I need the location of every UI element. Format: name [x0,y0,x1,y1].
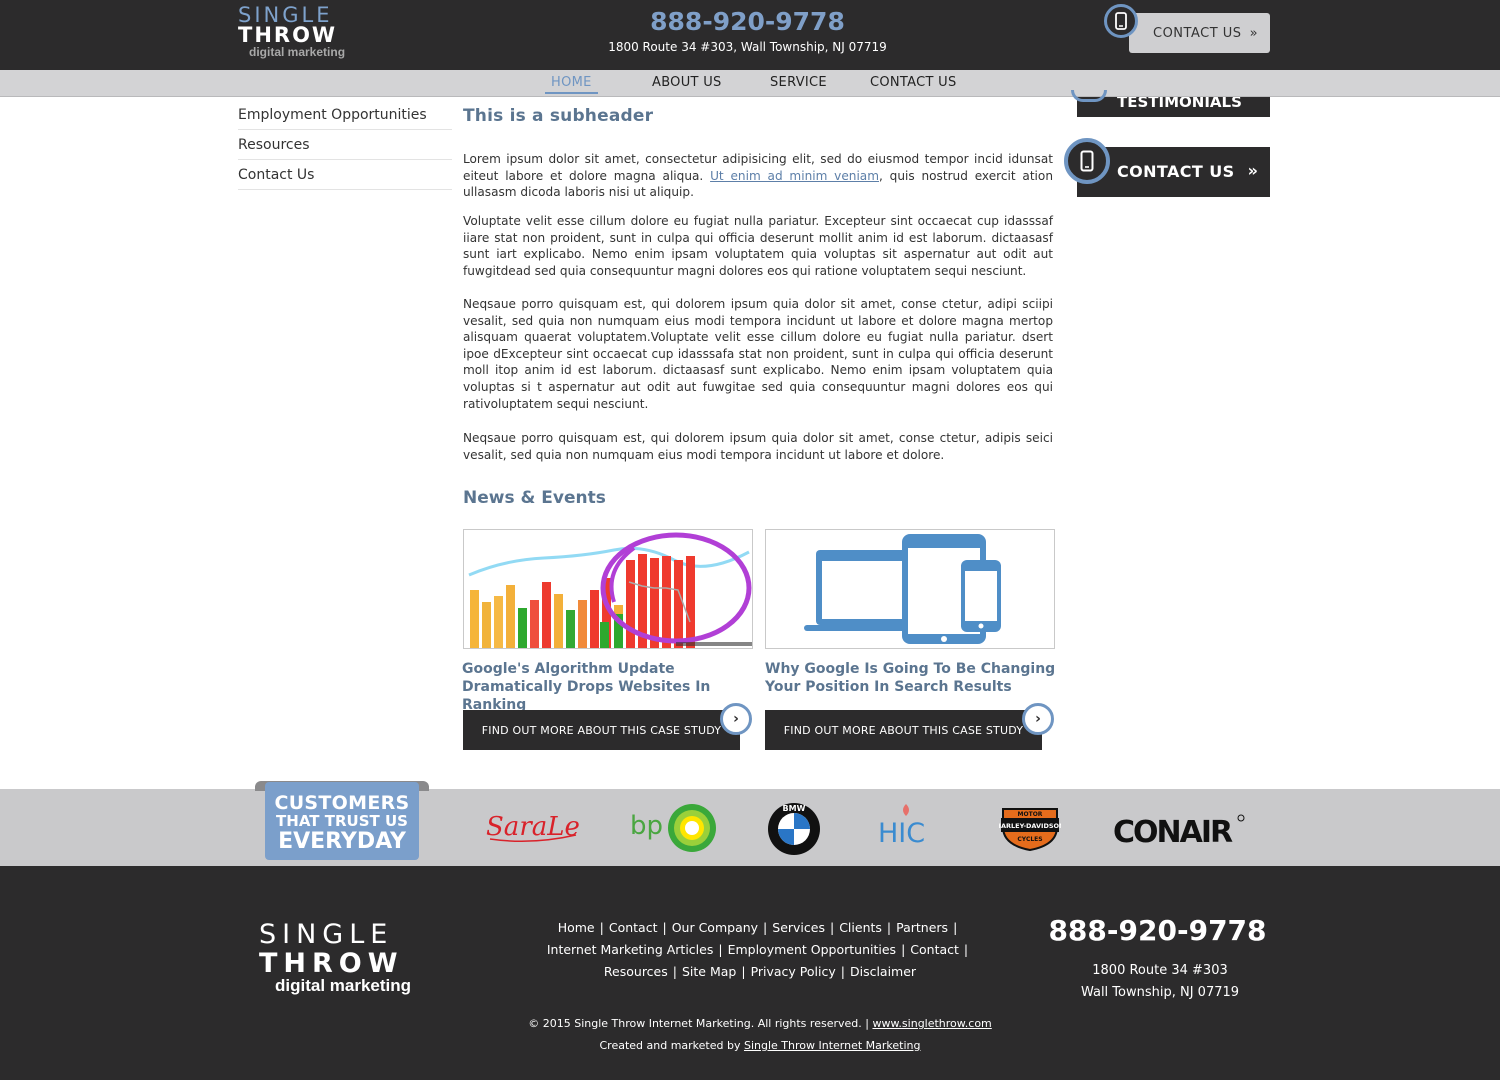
footer-links-row-1: Home | Contact | Our Company | Services | Client… [557,920,958,935]
footer-address-line2: Wall Township, NJ 07719 [1080,985,1240,1000]
paragraph-1: Lorem ipsum dolor sit amet, consectetur … [463,151,1053,201]
copyright-site-link[interactable]: www.singlethrow.com [872,1017,991,1030]
sidebar-contact-label: CONTACT US [1117,162,1235,181]
footer-logo-line1: SINGLE [259,919,394,950]
footer-links-row-2: Internet Marketing Articles | Employment O… [546,942,969,957]
paragraph-2: Voluptate velit esse cillum dolore eu fu… [463,214,1053,278]
footer-links-row-3: Resources | Site Map | Privacy Policy | Discla… [603,964,917,979]
created-prefix: Created and marketed by [599,1039,741,1052]
left-sidebar: Employment Opportunities Resources Conta… [238,100,452,190]
news-title-2[interactable]: Why Google Is Going To Be Changing Your … [765,660,1060,696]
news-image-devices[interactable] [765,529,1055,649]
bp-wordmark: bp [630,811,663,841]
header-contact-button[interactable]: CONTACT US » [1129,13,1270,53]
footer-link-partners[interactable]: Partners [896,920,948,935]
hic-logo: HIC [876,800,940,852]
testimonials-label: TESTIMONIALS [1117,97,1242,111]
chevron-right-icon[interactable]: › [1022,703,1054,735]
logo-line2: THROW [238,23,338,47]
footer-logo-line2: THROW [259,948,404,979]
conair-wordmark: CONAIR [1113,815,1233,850]
harley-davidson-logo: MOTOR HARLEY-DAVIDSON CYCLES [996,801,1064,855]
created-by-line: Created and marketed by Single Throw Int… [450,1039,1070,1052]
news-title-1[interactable]: Google's Algorithm Update Dramatically D… [462,660,757,714]
site-logo[interactable]: SINGLE THROW digital marketing [238,5,346,59]
mobile-phone-icon [1064,138,1110,184]
page-subheader: This is a subheader [463,106,654,126]
main-nav: HOME ABOUT US SERVICE CONTACT US [0,70,1500,97]
bp-logo: bp [630,802,720,858]
case-study-button-2[interactable]: FIND OUT MORE ABOUT THIS CASE STUDY [765,710,1042,750]
harley-wordmark: HARLEY-DAVIDSON [999,822,1061,830]
badge-line2: THAT TRUST US [276,812,408,830]
nav-service[interactable]: SERVICE [770,75,827,90]
badge-line1: CUSTOMERS [274,792,410,814]
paragraph-4: Neqsaue porro quisquam est, qui dolorem … [463,431,1053,462]
bmw-wordmark: BMW [783,804,806,813]
harley-cycles-text: CYCLES [1017,836,1042,843]
inline-link[interactable]: Ut enim ad minim veniam [710,169,879,183]
top-header: SINGLE THROW digital marketing 888-920-9… [0,0,1500,70]
paragraph-3: Neqsaue porro quisquam est, qui dolorem … [463,297,1053,411]
footer-address-line1: 1800 Route 34 #303 [1092,963,1228,978]
harley-motor-text: MOTOR [1018,811,1043,818]
footer-logo-tagline: digital marketing [275,976,412,995]
sidebar-item-contact[interactable]: Contact Us [238,160,452,190]
copyright-line: © 2015 Single Throw Internet Marketing. … [528,1017,992,1030]
footer-link-site-map[interactable]: Site Map [682,964,736,979]
customers-badge: CUSTOMERS THAT TRUST US EVERYDAY [265,782,419,860]
chevron-right-icon[interactable]: › [720,703,752,735]
footer-link-articles[interactable]: Internet Marketing Articles [547,942,714,957]
header-phone-number[interactable]: 888-920-9778 [600,7,895,36]
footer-link-privacy[interactable]: Privacy Policy [751,964,836,979]
footer-link-clients[interactable]: Clients [839,920,882,935]
sidebar-item-employment[interactable]: Employment Opportunities [238,100,452,130]
created-by-link[interactable]: Single Throw Internet Marketing [744,1039,921,1052]
conair-logo: CONAIR [1113,810,1245,854]
footer-link-contact[interactable]: Contact [609,920,658,935]
nav-contact-us[interactable]: CONTACT US [870,75,957,90]
sidebar-item-resources[interactable]: Resources [238,130,452,160]
footer-link-resources[interactable]: Resources [604,964,668,979]
footer-logo[interactable]: SINGLE THROW digital marketing [259,921,411,994]
case-study-button-1[interactable]: FIND OUT MORE ABOUT THIS CASE STUDY [463,710,740,750]
footer-link-employment[interactable]: Employment Opportunities [728,942,896,957]
nav-home[interactable]: HOME [545,75,598,94]
footer-link-contact-2[interactable]: Contact [910,942,959,957]
header-contact-label: CONTACT US [1153,25,1242,41]
chevron-double-right-icon: » [1247,161,1258,180]
header-address: 1800 Route 34 #303, Wall Township, NJ 07… [608,40,887,54]
hic-wordmark: HIC [878,818,925,848]
footer-link-services[interactable]: Services [772,920,825,935]
nav-about-us[interactable]: ABOUT US [652,75,722,90]
footer-link-our-company[interactable]: Our Company [672,920,758,935]
news-events-heading: News & Events [463,488,606,508]
mobile-phone-icon [1104,4,1138,38]
chevron-double-right-icon: » [1249,25,1259,41]
news-image-ranking-chart[interactable] [463,529,753,649]
testimonials-button[interactable]: TESTIMONIALS [1077,97,1270,117]
footer-link-disclaimer[interactable]: Disclaimer [850,964,916,979]
sara-lee-logo: SaraLee [484,805,595,849]
footer-phone-number[interactable]: 888-920-9778 [1040,914,1275,947]
logo-tagline: digital marketing [249,45,346,59]
customers-strip [0,789,1500,866]
footer-link-home[interactable]: Home [558,920,595,935]
copyright-text: © 2015 Single Throw Internet Marketing. … [528,1017,862,1030]
bmw-logo: BMW [767,802,821,860]
badge-line3: EVERYDAY [278,829,406,854]
